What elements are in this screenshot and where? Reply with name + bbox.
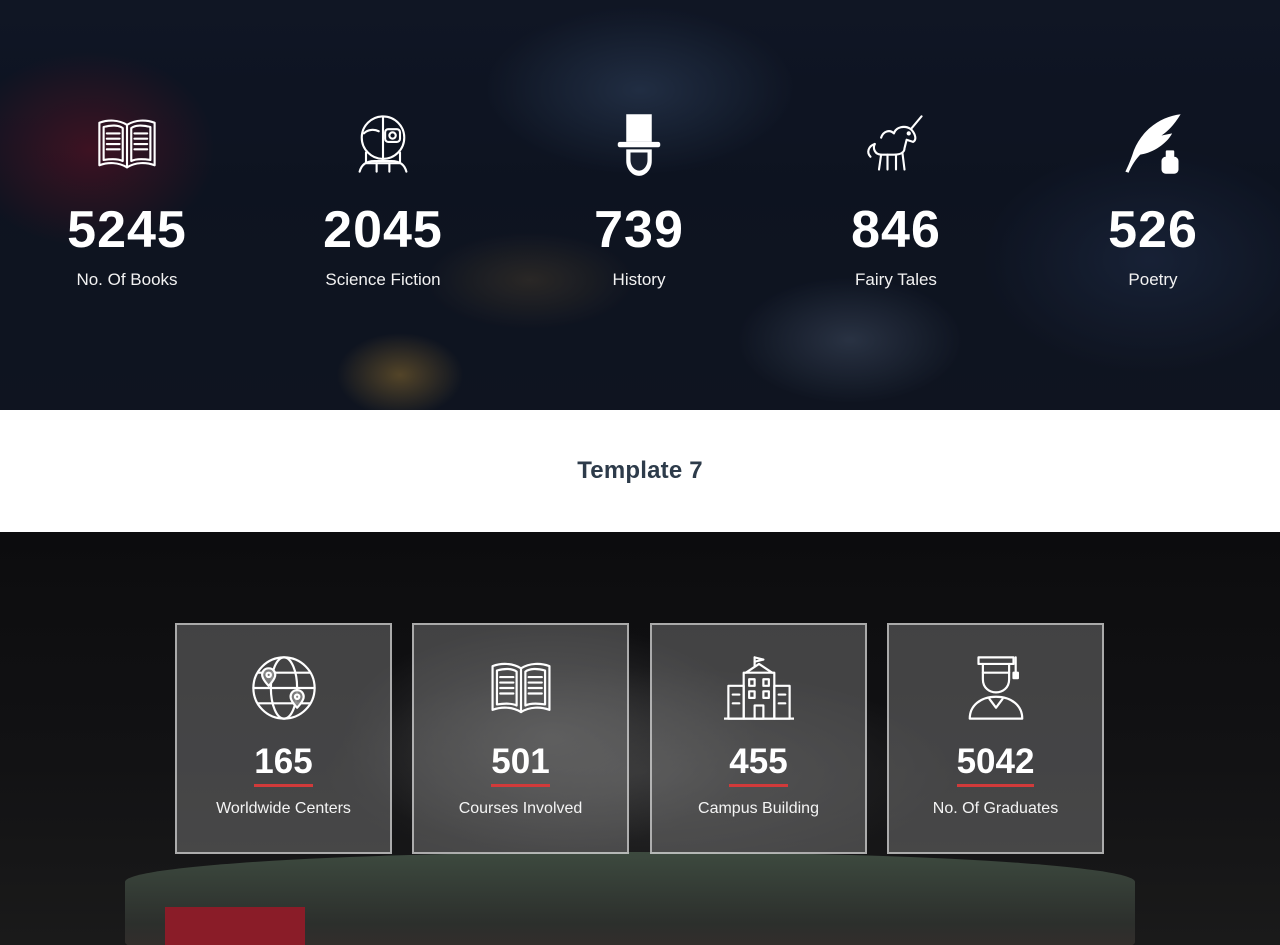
stat-poetry: 526 Poetry: [1053, 108, 1253, 290]
campus-building-icon: [723, 652, 795, 724]
open-book-icon: [485, 652, 557, 724]
bottom-stats-banner: 165 Worldwide Centers 501 Courses Involv…: [0, 532, 1280, 945]
open-book-icon: [91, 108, 163, 180]
quill-ink-icon: [1117, 108, 1189, 180]
stat-books: 5245 No. Of Books: [27, 108, 227, 290]
stat-value: 5042: [956, 742, 1035, 787]
stat-label: Fairy Tales: [855, 270, 937, 289]
stat-value: 739: [594, 201, 684, 259]
background-red-strip: [165, 907, 305, 945]
stat-label: Worldwide Centers: [216, 800, 351, 817]
unicorn-icon: [860, 108, 932, 180]
top-stats-banner: 5245 No. Of Books 2045 Science Fiction 7…: [0, 0, 1280, 410]
stat-card-graduates: 5042 No. Of Graduates: [887, 623, 1104, 854]
stat-label: No. Of Books: [76, 270, 178, 289]
stat-card-centers: 165 Worldwide Centers: [175, 623, 392, 854]
top-hat-icon: [603, 108, 675, 180]
stat-label: Courses Involved: [458, 800, 583, 817]
stat-label: Campus Building: [698, 800, 819, 817]
robot-head-icon: [347, 108, 419, 180]
stat-value: 2045: [323, 201, 443, 259]
stat-label: Science Fiction: [325, 270, 441, 289]
stat-label: History: [612, 270, 666, 289]
stat-science-fiction: 2045 Science Fiction: [283, 108, 483, 290]
globe-pins-icon: [248, 652, 320, 724]
stat-value: 526: [1108, 201, 1198, 259]
stat-card-campus: 455 Campus Building: [650, 623, 867, 854]
graduate-icon: [960, 652, 1032, 724]
stat-card-courses: 501 Courses Involved: [412, 623, 629, 854]
stat-history: 739 History: [539, 108, 739, 290]
section-title: Template 7: [577, 457, 703, 484]
stat-value: 846: [851, 201, 941, 259]
stat-label: Poetry: [1128, 270, 1178, 289]
stat-value: 455: [729, 742, 788, 787]
stat-value: 501: [491, 742, 550, 787]
stat-label: No. Of Graduates: [932, 800, 1059, 817]
stat-value: 5245: [67, 201, 187, 259]
stat-value: 165: [254, 742, 313, 787]
section-title-bar: Template 7: [0, 410, 1280, 532]
stat-fairy-tales: 846 Fairy Tales: [796, 108, 996, 290]
